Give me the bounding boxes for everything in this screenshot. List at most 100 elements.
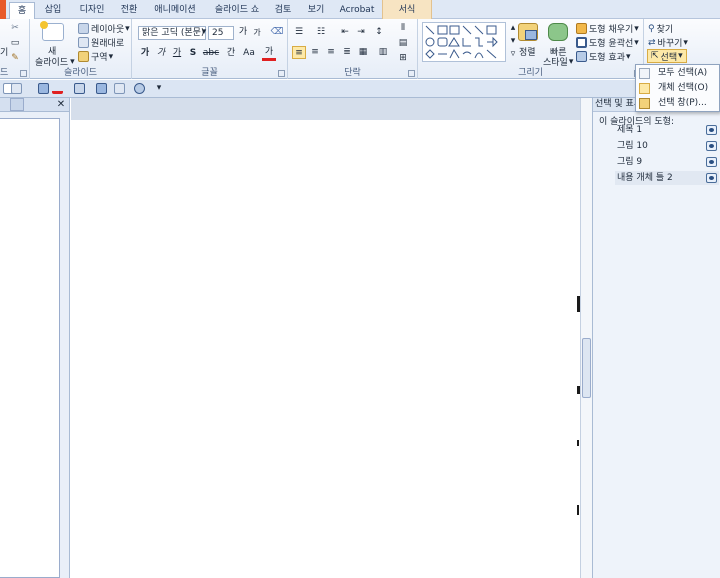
- distributed-icon[interactable]: ▦: [356, 46, 370, 59]
- close-icon[interactable]: ✕: [54, 98, 68, 111]
- text-direction-icon[interactable]: ⫴: [396, 22, 410, 35]
- shape-name: 내용 개체 틀 2: [617, 173, 673, 183]
- slide-canvas[interactable]: [71, 120, 580, 578]
- paragraph-launcher-icon[interactable]: [408, 70, 415, 77]
- clipboard-launcher-icon[interactable]: [20, 70, 27, 77]
- shape-fill-button[interactable]: 도형 채우기 ▾: [576, 22, 639, 35]
- smartart-icon[interactable]: ⊞: [396, 52, 410, 65]
- visibility-eye-icon[interactable]: [706, 157, 717, 167]
- select-dropdown-menu: 모두 선택(A) 개체 선택(O) 선택 창(P)...: [635, 64, 720, 112]
- bullets-icon[interactable]: ☰: [292, 26, 306, 39]
- shapes-gallery[interactable]: [422, 22, 506, 62]
- scrollbar-thumb[interactable]: [582, 338, 591, 398]
- font-size-combo[interactable]: 25: [208, 26, 234, 40]
- slide-thumbnail[interactable]: [0, 118, 60, 578]
- grid-icon[interactable]: [11, 83, 22, 94]
- visibility-eye-icon[interactable]: [706, 173, 717, 183]
- increase-indent-icon[interactable]: ⇥: [354, 26, 368, 39]
- char-spacing-button[interactable]: 간: [222, 47, 240, 60]
- tab-design[interactable]: 디자인: [72, 2, 112, 19]
- align-right-icon[interactable]: ≡: [324, 46, 338, 59]
- paste-label[interactable]: 기: [0, 45, 8, 58]
- ribbon-tab-bar: 홈 삽입 디자인 전환 애니메이션 슬라이드 쇼 검토 보기 Acrobat 서…: [0, 0, 720, 20]
- shape-row-content-placeholder-2[interactable]: 내용 개체 틀 2: [615, 171, 719, 185]
- shape-effects-button[interactable]: 도형 효과 ▾: [576, 50, 631, 63]
- underline-button[interactable]: 가: [170, 47, 184, 60]
- numbering-icon[interactable]: ☷: [314, 26, 328, 39]
- replace-button[interactable]: ⇄ 바꾸기 ▾: [648, 36, 688, 50]
- replace-icon: ⇄: [648, 37, 656, 48]
- strikethrough-button[interactable]: abc: [202, 47, 220, 60]
- arrange-label[interactable]: 정렬: [519, 45, 536, 58]
- select-button[interactable]: ⇱ 선택 ▾: [647, 49, 687, 63]
- gallery-more-icon[interactable]: ▿: [506, 48, 520, 61]
- select-objects-icon: [639, 83, 650, 94]
- menu-select-objects[interactable]: 개체 선택(O): [636, 81, 719, 96]
- tab-insert[interactable]: 삽입: [38, 2, 68, 19]
- effects-icon[interactable]: [134, 83, 145, 94]
- vertical-scrollbar[interactable]: [580, 98, 592, 578]
- font-color-button[interactable]: 가: [262, 47, 276, 61]
- reset-icon: [78, 37, 89, 48]
- cut-icon[interactable]: ✂: [8, 22, 22, 35]
- tab-format[interactable]: 서식: [382, 0, 432, 19]
- columns-icon[interactable]: ▥: [376, 46, 390, 59]
- shape-row-picture-9[interactable]: 그림 9: [615, 155, 719, 169]
- slides-group-label: 슬라이드: [63, 68, 98, 78]
- chevron-down-icon: ▾: [108, 51, 114, 62]
- layout-button[interactable]: 레이아웃 ▾: [78, 22, 130, 35]
- shrink-font-button[interactable]: 가: [250, 26, 264, 39]
- change-case-button[interactable]: Aa: [240, 47, 258, 60]
- menu-select-all[interactable]: 모두 선택(A): [636, 66, 719, 81]
- quick-styles-icon[interactable]: [548, 23, 568, 41]
- grow-font-button[interactable]: 가: [236, 26, 250, 39]
- drawing-group-label: 그리기: [518, 68, 543, 78]
- find-button[interactable]: ⚲ 찾기: [648, 22, 673, 36]
- arrange-icon[interactable]: [518, 23, 538, 41]
- font-color-icon[interactable]: [52, 83, 63, 94]
- font-name-combo[interactable]: 맑은 고딕 (본문): [138, 26, 206, 40]
- format-painter-icon[interactable]: ✎: [8, 52, 22, 65]
- shape-fill-icon: [576, 23, 587, 34]
- slide-edge-mark: [577, 505, 579, 515]
- align-center-icon[interactable]: ≡: [308, 46, 322, 59]
- tab-transitions[interactable]: 전환: [114, 2, 144, 19]
- tab-view[interactable]: 보기: [301, 2, 331, 19]
- justify-icon[interactable]: ≣: [340, 46, 354, 59]
- shape-row-title-1[interactable]: 제목 1: [615, 123, 719, 137]
- copy-icon[interactable]: ▭: [8, 37, 22, 50]
- image-icon[interactable]: [96, 83, 107, 94]
- font-launcher-icon[interactable]: [278, 70, 285, 77]
- align-left-icon[interactable]: ≡: [292, 46, 306, 59]
- section-button[interactable]: 구역 ▾: [78, 50, 113, 63]
- file-tab[interactable]: [0, 0, 6, 19]
- new-slide-icon[interactable]: [40, 21, 64, 41]
- customize-qat-icon[interactable]: ▾: [152, 82, 166, 95]
- shape-name: 그림 10: [617, 141, 648, 151]
- decrease-indent-icon[interactable]: ⇤: [338, 26, 352, 39]
- font-group-label: 글꼴: [201, 68, 218, 78]
- shape-outline-button[interactable]: 도형 윤곽선 ▾: [576, 36, 639, 49]
- visibility-eye-icon[interactable]: [706, 141, 717, 151]
- clear-format-icon[interactable]: ⌫: [270, 26, 284, 39]
- italic-button[interactable]: 가: [154, 47, 168, 60]
- tab-home[interactable]: 홈: [9, 2, 35, 20]
- slides-tab-icon[interactable]: [10, 98, 24, 111]
- align-text-icon[interactable]: ▤: [396, 37, 410, 50]
- text-shadow-button[interactable]: S: [186, 47, 200, 60]
- bold-button[interactable]: 가: [138, 47, 152, 60]
- line-spacing-icon[interactable]: ↕: [372, 26, 386, 39]
- paragraph-group-label: 단락: [344, 68, 361, 78]
- tab-review[interactable]: 검토: [268, 2, 298, 19]
- outline-icon[interactable]: [74, 83, 85, 94]
- visibility-eye-icon[interactable]: [706, 125, 717, 135]
- tab-acrobat[interactable]: Acrobat: [336, 2, 378, 19]
- reset-button[interactable]: 원래대로: [78, 36, 124, 49]
- chevron-down-icon[interactable]: ▾: [200, 26, 208, 39]
- shape-row-picture-10[interactable]: 그림 10: [615, 139, 719, 153]
- picture-icon[interactable]: [38, 83, 49, 94]
- menu-selection-pane[interactable]: 선택 창(P)...: [636, 96, 719, 111]
- tab-animations[interactable]: 애니메이션: [146, 2, 204, 19]
- tab-slideshow[interactable]: 슬라이드 쇼: [208, 2, 266, 19]
- shape-icon[interactable]: [114, 83, 125, 94]
